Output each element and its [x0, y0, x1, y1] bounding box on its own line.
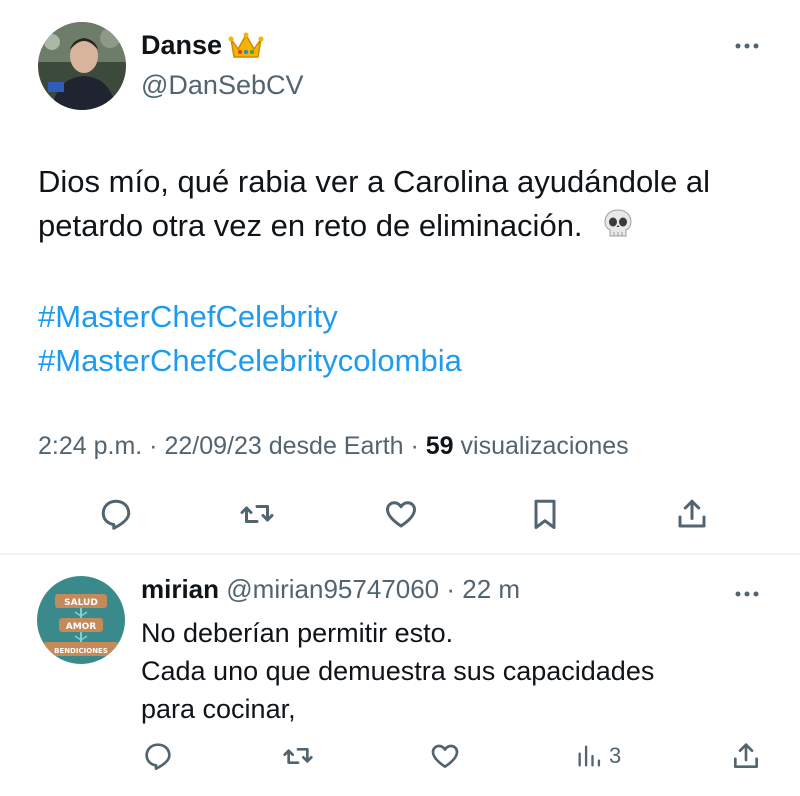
reply-author-name[interactable]: mirian [141, 574, 219, 604]
like-button[interactable] [425, 734, 465, 778]
hashtags: #MasterChefCelebrity #MasterChefCelebrit… [38, 295, 462, 383]
tweet-meta: 2:24 p.m. · 22/09/23 desde Earth · 59 vi… [38, 432, 629, 461]
bookmark-button[interactable] [525, 492, 565, 536]
reply-tweet[interactable]: SALUD AMOR BENDICIONES mirian @mirian957… [0, 556, 800, 796]
tweet-text-line: petardo otra vez en reto de eliminación. [38, 208, 583, 243]
reply-actions: 3 [0, 734, 800, 778]
divider [0, 553, 800, 555]
tweet-actions [0, 492, 800, 536]
reply-header: mirian @mirian95747060 · 22 m [141, 574, 520, 605]
views-label: visualizaciones [453, 432, 629, 460]
hashtag-link[interactable]: #MasterChefCelebritycolombia [38, 339, 462, 383]
crown-icon [228, 32, 264, 58]
reply-icon [145, 743, 171, 770]
avatar-text: SALUD [64, 598, 98, 608]
like-icon [386, 501, 416, 528]
avatar[interactable] [38, 22, 126, 110]
reply-text-line: Cada uno que demuestra sus capacidades [141, 656, 655, 686]
author-name[interactable]: Danse [141, 30, 264, 61]
reply-button[interactable] [96, 492, 136, 536]
retweet-button[interactable] [237, 492, 277, 536]
meta-separator: · [142, 432, 165, 460]
more-options-button[interactable] [732, 584, 762, 604]
like-icon [431, 744, 459, 768]
hashtag-link[interactable]: #MasterChefCelebrity [38, 295, 462, 339]
share-button[interactable] [726, 734, 766, 778]
reply-author-handle[interactable]: @mirian95747060 [226, 574, 439, 604]
avatar-text: AMOR [66, 622, 97, 632]
share-icon [678, 499, 706, 528]
views-count: 59 [425, 432, 454, 460]
share-icon [734, 743, 758, 768]
reply-icon [101, 499, 131, 530]
tweet-time[interactable]: 2:24 p.m. [38, 432, 142, 460]
tweet-text-line: Dios mío, qué rabia ver a Carolina ayudá… [38, 164, 711, 199]
reply-text-line: para cocinar, [141, 694, 296, 724]
more-options-button[interactable] [732, 36, 762, 56]
reply-text-line: No deberían permitir esto. [141, 618, 454, 648]
reply-text: No deberían permitir esto. Cada uno que … [141, 614, 654, 728]
avatar-photo [38, 22, 126, 110]
avatar[interactable]: SALUD AMOR BENDICIONES [37, 576, 125, 664]
bookmark-icon [534, 499, 556, 529]
tweet-source: desde Earth [261, 432, 404, 460]
author-handle[interactable]: @DanSebCV [141, 70, 304, 101]
views-button[interactable]: 3 [575, 734, 635, 778]
main-tweet: Danse @DanSebCV Dios mío, qué rabia ver … [0, 0, 800, 553]
views-icon [578, 745, 601, 767]
retweet-icon [240, 505, 274, 523]
reply-time[interactable]: 22 m [462, 574, 520, 604]
avatar-graphic: SALUD AMOR BENDICIONES [37, 576, 125, 664]
tweet-date[interactable]: 22/09/23 [164, 432, 261, 460]
more-icon [735, 591, 759, 597]
tweet-text-line-2: petardo otra vez en reto de eliminación. [38, 204, 778, 248]
share-button[interactable] [672, 492, 712, 536]
reply-button[interactable] [138, 734, 178, 778]
like-button[interactable] [381, 492, 421, 536]
avatar-text: BENDICIONES [54, 647, 108, 655]
reply-views-count: 3 [609, 743, 622, 768]
retweet-icon [283, 748, 313, 764]
meta-separator: · [439, 574, 463, 604]
author-name-text: Danse [141, 30, 223, 60]
tweet-text: Dios mío, qué rabia ver a Carolina ayudá… [38, 160, 778, 248]
retweet-button[interactable] [278, 734, 318, 778]
meta-separator: · [403, 432, 426, 460]
skull-icon [604, 209, 632, 237]
more-icon [735, 43, 759, 49]
